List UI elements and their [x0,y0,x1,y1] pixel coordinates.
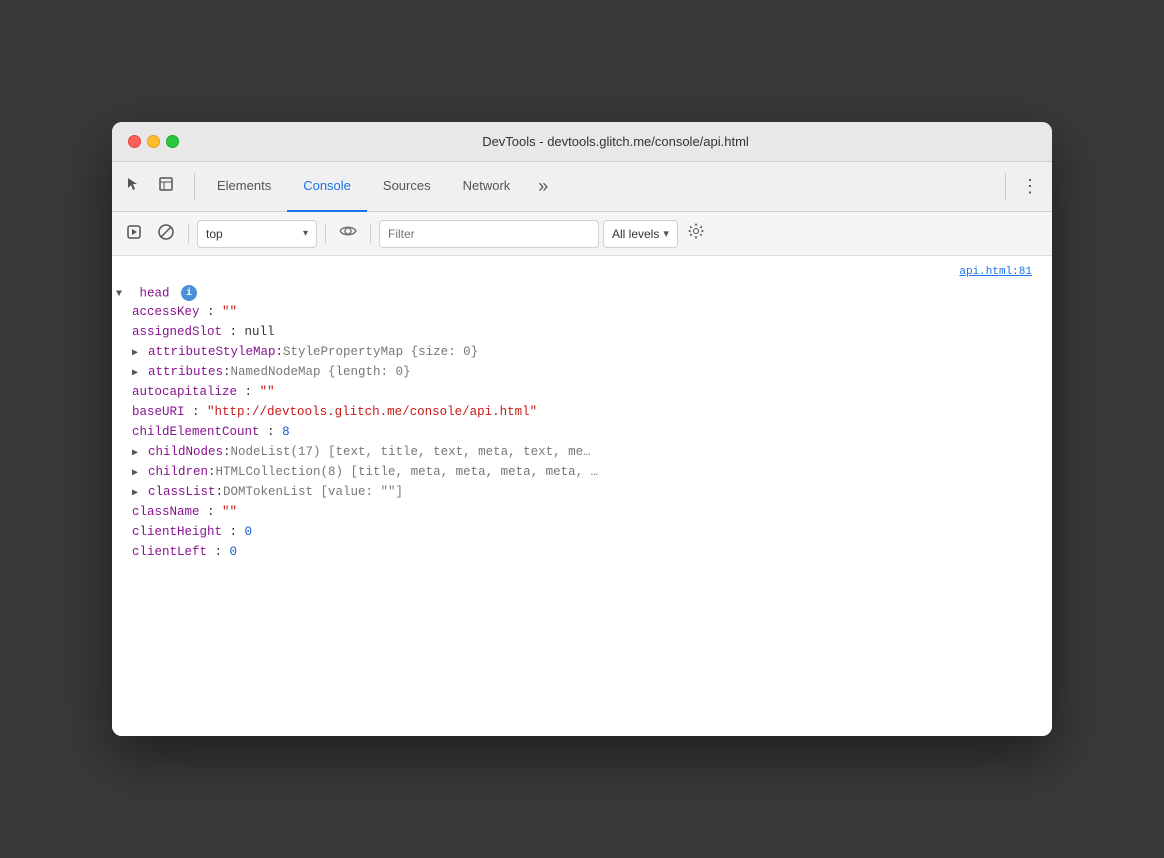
title-bar: DevTools - devtools.glitch.me/console/ap… [112,122,1052,162]
window-title: DevTools - devtools.glitch.me/console/ap… [195,134,1036,149]
attributes-value: NamedNodeMap {length: 0} [231,365,411,379]
childelementcount-value: 8 [282,425,290,439]
console-entry-clientleft: clientLeft : 0 [112,544,1052,564]
context-arrow-icon: ▾ [303,228,308,239]
devtools-panel: Elements Console Sources Network » ⋮ [112,162,1052,736]
tab-end-icons: ⋮ [999,173,1044,201]
clear-icon [157,223,175,244]
clientleft-key: clientLeft [132,545,207,559]
console-entry-classlist: classList : DOMTokenList [value: ""] [112,484,1052,504]
cursor-icon [126,176,142,197]
dots-icon: ⋮ [1021,176,1039,197]
inspector-icon [158,176,174,197]
console-entry-head: head i [112,284,1052,304]
childnodes-value: NodeList(17) [text, title, text, meta, t… [231,445,591,459]
tab-network[interactable]: Network [447,162,527,212]
context-selector[interactable]: top ▾ [197,220,317,248]
devtools-menu-button[interactable]: ⋮ [1016,173,1044,201]
expand-children-arrow[interactable] [132,467,144,479]
head-key: head [140,286,170,300]
tab-end-separator [1005,173,1006,201]
console-entry-source: api.html:81 [112,264,1052,284]
assignedslot-key: assignedSlot [132,325,222,339]
close-button[interactable] [128,135,141,148]
source-link[interactable]: api.html:81 [924,265,1044,278]
levels-arrow-icon: ▾ [663,227,669,240]
attributestylemap-key: attributeStyleMap [148,345,276,359]
children-key: children [148,465,208,479]
entry-head-content: head i [112,285,1044,301]
console-output: api.html:81 head i accessKey : "" [112,256,1052,736]
childelementcount-key: childElementCount [132,425,260,439]
tab-sources[interactable]: Sources [367,162,447,212]
baseuri-value: "http://devtools.glitch.me/console/api.h… [207,405,537,419]
tabs-container: Elements Console Sources Network » [201,162,999,212]
console-entry-accesskey: accessKey : "" [112,304,1052,324]
autocapitalize-key: autocapitalize [132,385,237,399]
baseuri-key: baseURI [132,405,185,419]
classname-value: "" [222,505,237,519]
tab-elements[interactable]: Elements [201,162,287,212]
tab-separator [194,173,195,201]
console-entry-classname: className : "" [112,504,1052,524]
childnodes-key: childNodes [148,445,223,459]
info-badge[interactable]: i [181,285,197,301]
clear-button[interactable] [152,220,180,248]
assignedslot-value: null [245,325,275,339]
tab-console[interactable]: Console [287,162,367,212]
run-button[interactable] [120,220,148,248]
toolbar-separator-2 [325,224,326,244]
devtools-window: DevTools - devtools.glitch.me/console/ap… [112,122,1052,736]
autocapitalize-value: "" [260,385,275,399]
settings-button[interactable] [682,220,710,248]
filter-input[interactable] [379,220,599,248]
console-entry-childelementcount: childElementCount : 8 [112,424,1052,444]
expand-head-arrow[interactable] [116,289,128,300]
accesskey-value: "" [222,305,237,319]
cursor-icon-button[interactable] [120,173,148,201]
console-entry-childnodes: childNodes : NodeList(17) [text, title, … [112,444,1052,464]
eye-icon [339,224,357,243]
traffic-lights [128,135,179,148]
children-value: HTMLCollection(8) [title, meta, meta, me… [216,465,599,479]
expand-classlist-arrow[interactable] [132,487,144,499]
entry-accesskey-content: accessKey : "" [112,305,1044,319]
gear-icon [688,223,704,244]
clientleft-value: 0 [230,545,238,559]
tab-bar: Elements Console Sources Network » ⋮ [112,162,1052,212]
console-entry-baseuri: baseURI : "http://devtools.glitch.me/con… [112,404,1052,424]
more-tabs-button[interactable]: » [530,168,556,205]
toolbar-separator-3 [370,224,371,244]
eye-button[interactable] [334,220,362,248]
toolbar-separator-1 [188,224,189,244]
console-entry-attributestylemap: attributeStyleMap : StylePropertyMap {si… [112,344,1052,364]
attributes-key: attributes [148,365,223,379]
maximize-button[interactable] [166,135,179,148]
clientheight-key: clientHeight [132,525,222,539]
attributestylemap-value: StylePropertyMap {size: 0} [283,345,478,359]
classlist-value: DOMTokenList [value: ""] [223,485,403,499]
console-entry-clientheight: clientHeight : 0 [112,524,1052,544]
inspector-icon-button[interactable] [152,173,180,201]
run-icon [126,224,142,243]
console-entry-children: children : HTMLCollection(8) [title, met… [112,464,1052,484]
console-entry-autocapitalize: autocapitalize : "" [112,384,1052,404]
clientheight-value: 0 [245,525,253,539]
classname-key: className [132,505,200,519]
context-value: top [206,227,297,241]
levels-label: All levels [612,227,659,241]
entry-assignedslot-content: assignedSlot : null [112,325,1044,339]
expand-attributes-arrow[interactable] [132,367,144,379]
minimize-button[interactable] [147,135,160,148]
console-toolbar: top ▾ All levels ▾ [112,212,1052,256]
console-entry-assignedslot: assignedSlot : null [112,324,1052,344]
console-entry-attributes: attributes : NamedNodeMap {length: 0} [112,364,1052,384]
expand-childnodes-arrow[interactable] [132,447,144,459]
accesskey-key: accessKey [132,305,200,319]
classlist-key: classList [148,485,216,499]
levels-selector[interactable]: All levels ▾ [603,220,678,248]
tab-bar-icons [120,173,180,201]
expand-attributestylemap-arrow[interactable] [132,347,144,359]
